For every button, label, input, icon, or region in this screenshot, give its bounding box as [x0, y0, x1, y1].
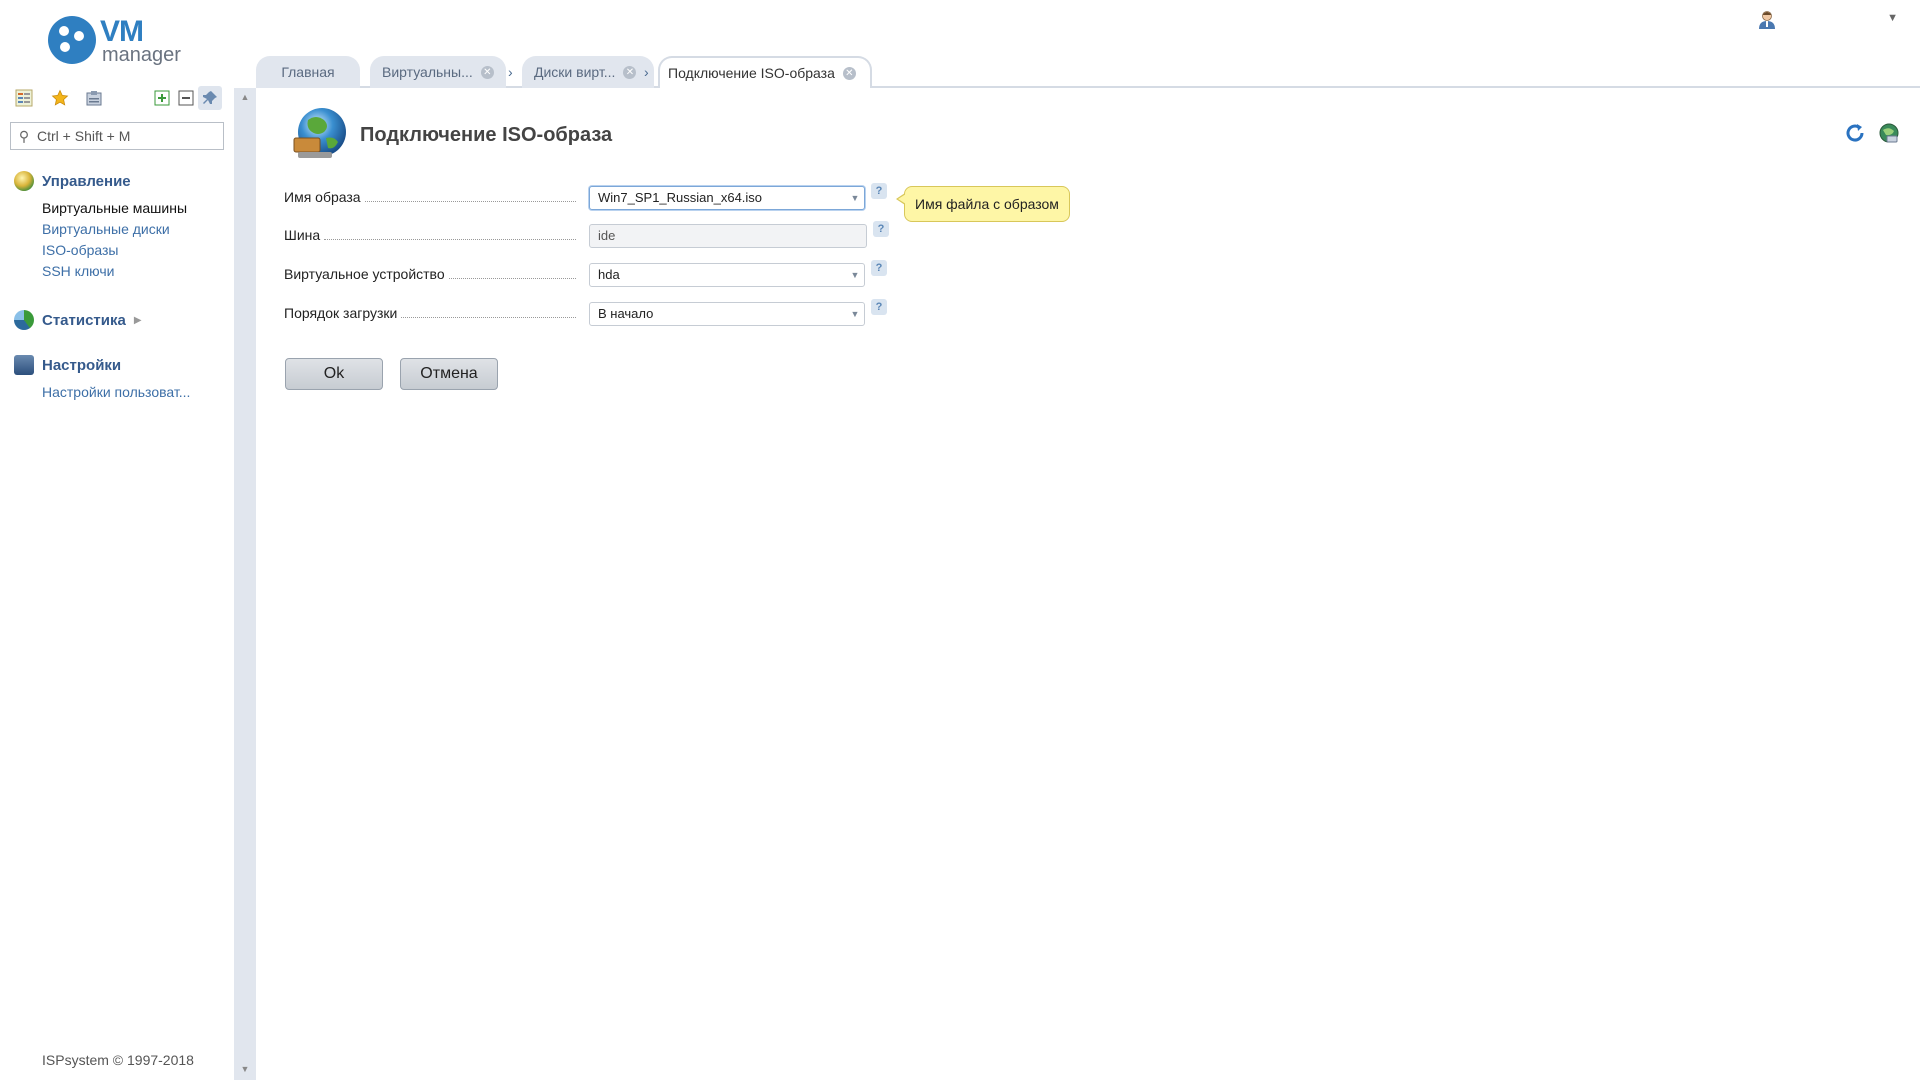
tab-label: Главная [281, 64, 335, 80]
logo-mark [48, 16, 96, 64]
virtual-device-label: Виртуальное устройство [284, 266, 449, 282]
settings-monitor-icon [14, 355, 34, 375]
menu-group-header-settings[interactable]: Настройки [14, 354, 224, 376]
breadcrumb-chevron-icon: › [508, 64, 513, 80]
refresh-icon[interactable] [1844, 122, 1866, 144]
chevron-right-icon: ▶ [133, 314, 142, 326]
logo-text-secondary: manager [102, 44, 181, 66]
sidebar-item-iso-images[interactable]: ISO-образы [42, 240, 224, 261]
form-row-boot-order: Порядок загрузки В начало ▼ ? [284, 299, 924, 326]
tab-label: Виртуальны... [382, 64, 473, 80]
scroll-up-icon[interactable]: ▲ [234, 92, 256, 102]
sidebar-item-virtual-disks[interactable]: Виртуальные диски [42, 219, 224, 240]
help-question-icon[interactable]: ? [871, 183, 887, 199]
cancel-button[interactable]: Отмена [400, 358, 498, 390]
form-row-image-name: Имя образа Win7_SP1_Russian_x64.iso ▼ ? [284, 183, 924, 210]
vmmanager-logo[interactable]: VM manager [48, 16, 198, 70]
dropdown-arrow-icon[interactable]: ▼ [846, 187, 864, 209]
help-question-icon[interactable]: ? [871, 299, 887, 315]
help-question-icon[interactable]: ? [871, 260, 887, 276]
close-icon[interactable]: ✕ [480, 65, 494, 79]
search-icon: ⚲ [18, 127, 30, 144]
field-hint-tooltip: Имя файла с образом [896, 186, 1070, 222]
tab-label: Диски вирт... [534, 64, 616, 80]
scroll-down-icon[interactable]: ▼ [234, 1064, 256, 1074]
menu-group-title: Настройки [42, 356, 122, 374]
bus-value: ide [598, 228, 616, 243]
form-row-virtual-device: Виртуальное устройство hda ▼ ? [284, 260, 924, 287]
virtual-device-select[interactable]: hda ▼ [589, 263, 865, 287]
management-globe-icon [14, 171, 34, 191]
menu-search-box[interactable]: ⚲ [10, 122, 224, 150]
breadcrumb-chevron-icon: › [644, 64, 649, 80]
collapse-all-icon[interactable] [174, 86, 198, 110]
bus-label: Шина [284, 227, 325, 243]
menu-group-header-management[interactable]: Управление [14, 170, 224, 192]
tab-home[interactable]: Главная [256, 56, 360, 88]
sidebar-splitter[interactable]: ▲ ▼ [234, 88, 256, 1080]
virtual-device-value: hda [598, 267, 620, 282]
user-menu[interactable]: ▼ [1758, 8, 1898, 32]
dropdown-arrow-icon[interactable]: ▼ [846, 264, 864, 286]
menu-group-management: Управление Виртуальные машины Виртуальны… [14, 170, 224, 282]
chevron-down-icon[interactable]: ▼ [1887, 12, 1898, 24]
close-icon[interactable]: ✕ [842, 66, 856, 80]
sidebar-toolbar [12, 86, 224, 110]
iso-globe-icon [293, 108, 346, 158]
user-avatar-icon [1759, 11, 1775, 29]
tab-bar: Главная Виртуальны... ✕ › Диски вирт... … [256, 56, 1920, 88]
form-row-bus: Шина ide ? [284, 221, 924, 248]
sidebar: VM manager ⚲ Ctrl + Shift + M Управление… [0, 0, 234, 1080]
menu-group-settings: Настройки Настройки пользоват... [14, 354, 224, 403]
menu-group-header-statistics[interactable]: Статистика ▶ [14, 309, 224, 331]
menu-group-title: Статистика [42, 311, 126, 329]
page-header: Подключение ISO-образа [290, 106, 1910, 164]
favorites-star-icon[interactable] [48, 86, 72, 110]
pin-icon[interactable] [198, 86, 222, 110]
copyright-text: ISPsystem © 1997-2018 [42, 1052, 194, 1068]
help-question-icon[interactable]: ? [873, 221, 889, 237]
tab-attach-iso[interactable]: Подключение ISO-образа ✕ [658, 56, 872, 88]
menu-search-input[interactable] [37, 128, 217, 144]
sidebar-item-user-settings[interactable]: Настройки пользоват... [42, 382, 224, 403]
app-window: VM manager ⚲ Ctrl + Shift + M Управление… [0, 0, 1920, 1080]
bus-field: ide [589, 224, 867, 248]
tab-virtual-disks[interactable]: Диски вирт... ✕ [522, 56, 654, 88]
image-name-label: Имя образа [284, 189, 365, 205]
sidebar-item-virtual-machines[interactable]: Виртуальные машины [42, 198, 224, 219]
tab-virtual-machines[interactable]: Виртуальны... ✕ [370, 56, 506, 88]
menu-group-title: Управление [42, 172, 131, 190]
page-title: Подключение ISO-образа [360, 124, 613, 146]
statistics-chart-icon [14, 310, 34, 330]
menu-tree-icon[interactable] [12, 86, 36, 110]
tab-label: Подключение ISO-образа [668, 65, 835, 81]
ok-button[interactable]: Ok [285, 358, 383, 390]
boot-order-label: Порядок загрузки [284, 305, 402, 321]
boot-order-value: В начало [598, 306, 654, 321]
clipboard-icon[interactable] [82, 86, 106, 110]
close-icon[interactable]: ✕ [623, 65, 637, 79]
dropdown-arrow-icon[interactable]: ▼ [846, 303, 864, 325]
help-globe-icon[interactable] [1878, 122, 1900, 144]
menu-group-statistics: Статистика ▶ [14, 309, 224, 331]
expand-all-icon[interactable] [150, 86, 174, 110]
image-name-value: Win7_SP1_Russian_x64.iso [598, 190, 763, 205]
boot-order-select[interactable]: В начало ▼ [589, 302, 865, 326]
sidebar-item-ssh-keys[interactable]: SSH ключи [42, 261, 224, 282]
image-name-select[interactable]: Win7_SP1_Russian_x64.iso ▼ [589, 186, 865, 210]
